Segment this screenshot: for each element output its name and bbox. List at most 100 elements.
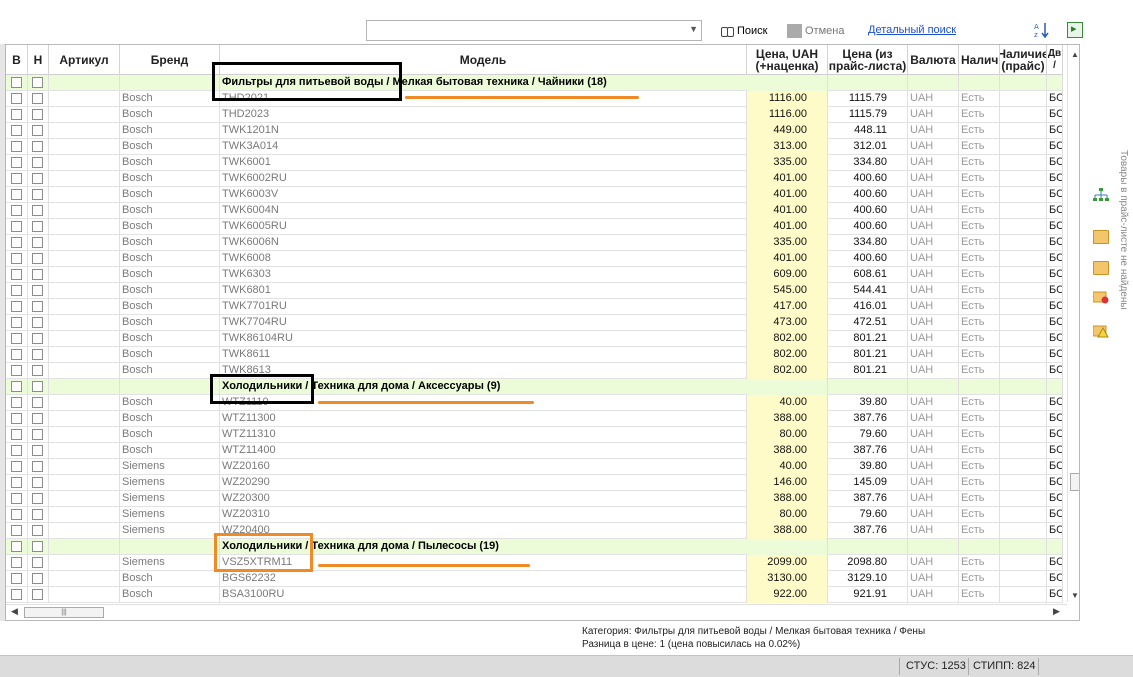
scroll-right-icon[interactable]: ▶ (1053, 606, 1060, 617)
row-checkbox[interactable] (32, 237, 43, 248)
group-row[interactable]: Холодильники / Техника для дома / Аксесс… (6, 379, 1063, 395)
scroll-down-icon[interactable]: ▼ (1071, 591, 1079, 600)
folder-delete-icon[interactable] (1093, 290, 1109, 304)
table-row[interactable]: Bosch TWK3A014 313.00 312.01 UAH Есть БС (6, 139, 1063, 155)
checkbox-v[interactable] (6, 203, 28, 219)
row-checkbox[interactable] (11, 557, 22, 568)
table-row[interactable]: Bosch TWK6001 335.00 334.80 UAH Есть БС (6, 155, 1063, 171)
row-checkbox[interactable] (32, 541, 43, 552)
table-row[interactable]: Bosch WTZ1110 40.00 39.80 UAH Есть БС (6, 395, 1063, 411)
checkbox-n[interactable] (28, 363, 49, 379)
checkbox-n[interactable] (28, 523, 49, 539)
table-row[interactable]: Bosch TWK6003V 401.00 400.60 UAH Есть БС (6, 187, 1063, 203)
checkbox-v[interactable] (6, 299, 28, 315)
checkbox-v[interactable] (6, 123, 28, 139)
table-row[interactable]: Bosch WTZ11300 388.00 387.76 UAH Есть БС (6, 411, 1063, 427)
table-row[interactable]: Siemens WZ20400 388.00 387.76 UAH Есть БС (6, 523, 1063, 539)
checkbox-v[interactable] (6, 411, 28, 427)
tree-icon[interactable] (1093, 188, 1109, 202)
checkbox-n[interactable] (28, 555, 49, 571)
row-checkbox[interactable] (11, 173, 22, 184)
table-row[interactable]: Bosch TWK6801 545.00 544.41 UAH Есть БС (6, 283, 1063, 299)
row-checkbox[interactable] (11, 125, 22, 136)
row-checkbox[interactable] (11, 205, 22, 216)
row-checkbox[interactable] (32, 477, 43, 488)
folder-open-icon[interactable] (1093, 261, 1109, 275)
checkbox-n[interactable] (28, 315, 49, 331)
group-row[interactable]: Холодильники / Техника для дома / Пылесо… (6, 539, 1063, 555)
column-header-price-list[interactable]: Цена (из прайс-листа) (828, 45, 908, 75)
checkbox-n[interactable] (28, 571, 49, 587)
table-row[interactable]: Bosch BGS62232 3130.00 3129.10 UAH Есть БС (6, 571, 1063, 587)
column-header-availability-price[interactable]: Наличие (прайс) (1000, 45, 1047, 75)
table-row[interactable]: Bosch TWK8611 802.00 801.21 UAH Есть БС (6, 347, 1063, 363)
checkbox-n[interactable] (28, 171, 49, 187)
table-row[interactable]: Siemens WZ20310 80.00 79.60 UAH Есть БС (6, 507, 1063, 523)
row-checkbox[interactable] (11, 573, 22, 584)
row-checkbox[interactable] (11, 221, 22, 232)
row-checkbox[interactable] (32, 557, 43, 568)
row-checkbox[interactable] (11, 397, 22, 408)
row-checkbox[interactable] (11, 237, 22, 248)
table-row[interactable]: Bosch BSA3100RU 922.00 921.91 UAH Есть БС (6, 587, 1063, 603)
checkbox-n[interactable] (28, 107, 49, 123)
checkbox-n[interactable] (28, 219, 49, 235)
row-checkbox[interactable] (32, 77, 43, 88)
table-row[interactable]: Bosch WTZ11400 388.00 387.76 UAH Есть БС (6, 443, 1063, 459)
checkbox-v[interactable] (6, 523, 28, 539)
checkbox-v[interactable] (6, 315, 28, 331)
horizontal-scroll-thumb[interactable]: ||| (24, 607, 104, 618)
checkbox-n[interactable] (28, 155, 49, 171)
checkbox-v[interactable] (6, 491, 28, 507)
column-header-brand[interactable]: Бренд (120, 45, 220, 75)
row-checkbox[interactable] (11, 349, 22, 360)
row-checkbox[interactable] (32, 381, 43, 392)
row-checkbox[interactable] (32, 509, 43, 520)
checkbox-v[interactable] (6, 75, 28, 91)
row-checkbox[interactable] (11, 189, 22, 200)
vertical-scrollbar[interactable]: ▲ ▼ (1067, 45, 1079, 602)
row-checkbox[interactable] (32, 189, 43, 200)
checkbox-n[interactable] (28, 331, 49, 347)
row-checkbox[interactable] (11, 253, 22, 264)
search-button[interactable]: Поиск (721, 23, 767, 39)
row-checkbox[interactable] (32, 349, 43, 360)
row-checkbox[interactable] (11, 77, 22, 88)
row-checkbox[interactable] (11, 413, 22, 424)
checkbox-n[interactable] (28, 91, 49, 107)
row-checkbox[interactable] (11, 445, 22, 456)
checkbox-n[interactable] (28, 507, 49, 523)
table-row[interactable]: Bosch TWK6303 609.00 608.61 UAH Есть БС (6, 267, 1063, 283)
search-combo[interactable]: ▼ (366, 20, 702, 41)
column-header-availability[interactable]: Наличи (959, 45, 1000, 75)
checkbox-v[interactable] (6, 251, 28, 267)
column-header-currency[interactable]: Валюта (908, 45, 959, 75)
checkbox-n[interactable] (28, 411, 49, 427)
checkbox-n[interactable] (28, 283, 49, 299)
table-row[interactable]: Bosch TWK6002RU 401.00 400.60 UAH Есть БС (6, 171, 1063, 187)
checkbox-n[interactable] (28, 187, 49, 203)
checkbox-v[interactable] (6, 379, 28, 395)
column-header-extra[interactable]: Дв / (1047, 45, 1063, 75)
checkbox-n[interactable] (28, 443, 49, 459)
checkbox-n[interactable] (28, 139, 49, 155)
checkbox-n[interactable] (28, 123, 49, 139)
scroll-left-icon[interactable]: ◀ (11, 606, 18, 617)
checkbox-v[interactable] (6, 235, 28, 251)
checkbox-n[interactable] (28, 299, 49, 315)
row-checkbox[interactable] (32, 413, 43, 424)
column-header-n[interactable]: Н (28, 45, 49, 75)
checkbox-n[interactable] (28, 379, 49, 395)
cancel-button[interactable]: Отмена (787, 22, 857, 40)
table-row[interactable]: Bosch TWK86104RU 802.00 801.21 UAH Есть БС (6, 331, 1063, 347)
checkbox-v[interactable] (6, 459, 28, 475)
column-header-model[interactable]: Модель (220, 45, 747, 75)
row-checkbox[interactable] (32, 429, 43, 440)
column-header-article[interactable]: Артикул (49, 45, 120, 75)
checkbox-n[interactable] (28, 235, 49, 251)
checkbox-n[interactable] (28, 267, 49, 283)
checkbox-v[interactable] (6, 571, 28, 587)
row-checkbox[interactable] (11, 525, 22, 536)
checkbox-v[interactable] (6, 363, 28, 379)
checkbox-v[interactable] (6, 507, 28, 523)
